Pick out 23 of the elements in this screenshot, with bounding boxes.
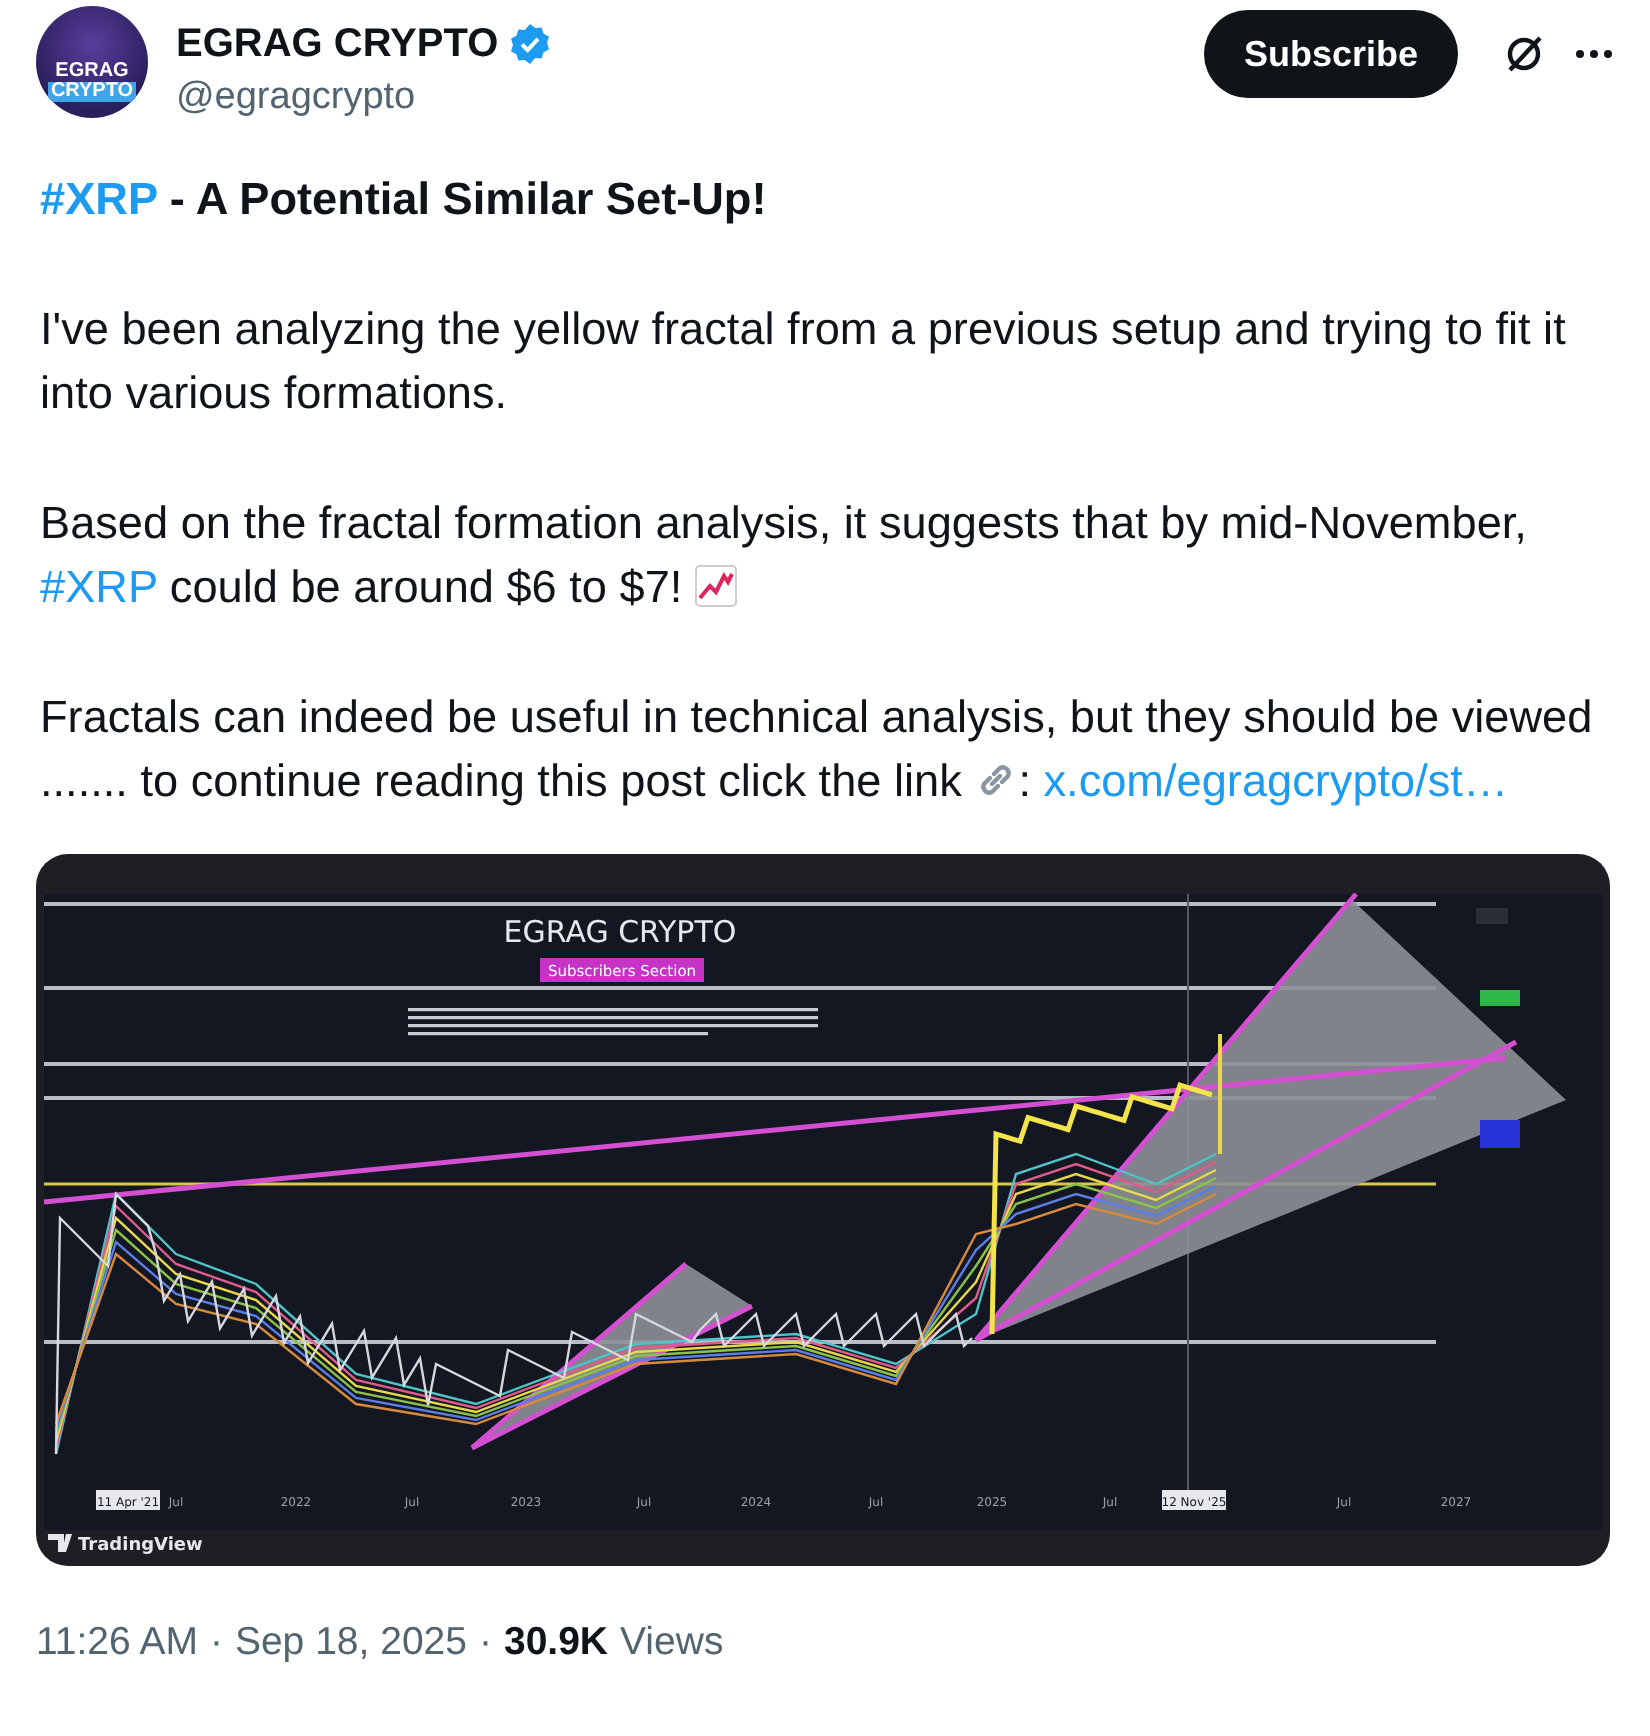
post-paragraph: Fractals can indeed be useful in technical analysis, but they should be viewed ....... to continue reading this post click the link : x.com/egragcrypto/st… <box>40 689 1595 810</box>
view-count: 30.9K <box>503 1619 609 1665</box>
projection-line <box>1218 1033 1222 1153</box>
post-meta-text: Views <box>620 1619 724 1665</box>
slashed-circle-icon[interactable] <box>1502 32 1546 76</box>
tradingview-logo-icon <box>48 1533 72 1551</box>
brand-name: TradingView <box>78 1535 203 1555</box>
avatar-logo-text: CRYPTO <box>48 82 136 102</box>
post-title: #XRP - A Potential Similar Set-Up! <box>40 172 769 228</box>
post-paragraph: I've been analyzing the yellow fractal from a previous setup and trying to fit it into various formations. <box>40 301 1568 422</box>
post-meta-text: Sep 18, 2025 <box>234 1619 467 1665</box>
chart-title: EGRAG CRYPTO <box>503 913 737 949</box>
avatar-logo-text: EGRAG <box>55 62 129 82</box>
subscribe-button[interactable]: Subscribe <box>1203 10 1458 98</box>
author-handle[interactable]: @egragcrypto <box>176 76 1204 120</box>
post-paragraph: Based on the fractal formation analysis, it suggests that by mid-November, #XRP could be around $6 to $7! <box>40 495 1529 616</box>
avatar[interactable]: EGRAG CRYPTO <box>36 6 148 118</box>
separator-dot: · <box>209 1619 223 1665</box>
post-meta-text: 11:26 AM <box>36 1619 198 1665</box>
price-tag <box>1480 1119 1520 1147</box>
chart-increasing-icon <box>694 564 739 608</box>
separator-dot: · <box>478 1619 492 1665</box>
author-name[interactable]: EGRAG CRYPTO <box>176 21 499 67</box>
